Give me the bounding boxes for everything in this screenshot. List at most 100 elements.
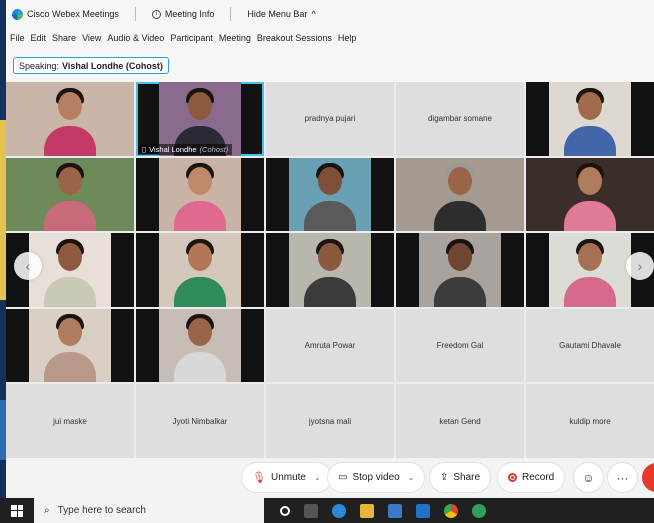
stop-video-button[interactable]: ▭ Stop video ⌄	[328, 463, 425, 492]
taskbar-search[interactable]: ⌕ Type here to search	[34, 498, 264, 523]
store-icon[interactable]	[388, 503, 402, 518]
participant-tile[interactable]: Amruta Powar	[266, 308, 394, 383]
participant-tile[interactable]	[136, 233, 264, 307]
menu-help[interactable]: Help	[338, 33, 357, 43]
participant-tile[interactable]	[396, 157, 524, 232]
participant-grid: ▯ Vishal Londhe (Cohost) pradnya pujari …	[6, 82, 654, 458]
chevron-right-icon: ›	[637, 258, 643, 274]
participant-name: Gautami Dhavale	[559, 341, 621, 351]
share-button[interactable]: ⇪ Share	[430, 463, 491, 492]
participant-tile[interactable]: jyotsna mali	[266, 384, 394, 458]
participant-name: Jyoti Nimbalkar	[172, 416, 228, 426]
app-title: Cisco Webex Meetings	[12, 8, 119, 20]
menu-edit[interactable]: Edit	[31, 33, 47, 43]
participant-tile[interactable]	[266, 233, 394, 307]
participant-tile[interactable]: Gautami Dhavale	[526, 308, 654, 383]
menu-participant[interactable]: Participant	[170, 33, 213, 43]
participant-tile[interactable]	[396, 233, 524, 307]
webex-window: Cisco Webex Meetings i Meeting Info Hide…	[6, 0, 654, 498]
menu-meeting[interactable]: Meeting	[219, 33, 251, 43]
participant-tile-active[interactable]: ▯ Vishal Londhe (Cohost)	[136, 82, 264, 156]
video-feed	[159, 233, 241, 307]
chrome-icon[interactable]	[444, 503, 458, 518]
participant-tile[interactable]	[136, 308, 264, 383]
menu-audio-video[interactable]: Audio & Video	[107, 33, 164, 43]
participant-tile[interactable]	[136, 157, 264, 232]
smiley-icon: ☺	[582, 470, 595, 485]
participant-role: (Cohost)	[199, 144, 229, 154]
participant-figure	[564, 82, 616, 156]
chevron-down-icon[interactable]: ⌄	[314, 473, 321, 482]
participant-tile[interactable]	[266, 157, 394, 232]
menu-breakout-sessions[interactable]: Breakout Sessions	[257, 33, 332, 43]
participant-figure	[564, 158, 616, 232]
participant-figure	[174, 233, 226, 307]
menu-view[interactable]: View	[82, 33, 101, 43]
app-name: Cisco Webex Meetings	[27, 9, 119, 19]
participant-tile[interactable]: kuldip more	[526, 384, 654, 458]
participant-figure	[564, 233, 616, 307]
start-button[interactable]	[0, 498, 34, 523]
participant-name-label: ▯ Vishal Londhe (Cohost)	[138, 143, 233, 155]
menu-bar: File Edit Share View Audio & Video Parti…	[6, 28, 654, 48]
participant-figure	[44, 309, 96, 383]
divider	[230, 7, 232, 21]
mic-muted-icon: 🎙	[252, 472, 266, 484]
chevron-down-icon[interactable]: ⌄	[408, 473, 415, 482]
edge-icon[interactable]	[332, 503, 346, 518]
file-explorer-icon[interactable]	[360, 503, 374, 518]
more-options-button[interactable]: ···	[608, 463, 637, 492]
participant-tile[interactable]: ketan Gend	[396, 384, 524, 458]
participant-tile[interactable]	[526, 157, 654, 232]
participant-name: jui maske	[53, 416, 87, 426]
participant-tile[interactable]: pradnya pujari	[266, 82, 394, 156]
divider	[134, 7, 136, 21]
video-feed	[526, 157, 654, 232]
participant-tile[interactable]: jui maske	[6, 384, 134, 458]
end-meeting-button[interactable]	[642, 463, 654, 492]
meeting-controls: 🎙 Unmute ⌄ ▭ Stop video ⌄ ⇪ Share Record…	[6, 458, 654, 498]
stop-video-label: Stop video	[352, 472, 400, 483]
reactions-button[interactable]: ☺	[574, 463, 603, 492]
participant-tile[interactable]	[526, 82, 654, 156]
previous-page-button[interactable]: ‹	[14, 252, 42, 280]
record-button[interactable]: Record	[498, 463, 565, 492]
participant-name: Vishal Londhe	[149, 144, 197, 154]
share-label: Share	[453, 472, 481, 483]
participant-tile[interactable]	[6, 308, 134, 383]
info-icon: i	[151, 9, 161, 19]
participant-name: Amruta Powar	[304, 341, 356, 351]
chevron-up-icon: ^	[311, 9, 316, 19]
participant-tile[interactable]	[6, 157, 134, 232]
participant-name: ketan Gend	[439, 416, 481, 426]
unmute-button[interactable]: 🎙 Unmute ⌄	[242, 463, 331, 492]
menu-file[interactable]: File	[10, 33, 25, 43]
participant-tile[interactable]	[6, 82, 134, 156]
participant-name: kuldip more	[569, 416, 611, 426]
chevron-left-icon: ‹	[25, 258, 31, 274]
speaking-indicator: Speaking: Vishal Londhe (Cohost)	[13, 57, 169, 74]
mail-icon[interactable]	[416, 503, 430, 518]
cortana-icon[interactable]	[280, 505, 290, 516]
hide-menu-bar-button[interactable]: Hide Menu Bar ^	[247, 9, 315, 19]
search-icon: ⌕	[44, 505, 50, 516]
participant-figure	[174, 158, 226, 232]
search-placeholder: Type here to search	[57, 505, 146, 516]
speaking-name: Vishal Londhe (Cohost)	[62, 60, 163, 71]
ellipsis-icon: ···	[616, 470, 629, 485]
hide-menu-bar-label: Hide Menu Bar	[247, 9, 308, 19]
meeting-info-button[interactable]: i Meeting Info	[151, 9, 214, 19]
participant-tile[interactable]: Jyoti Nimbalkar	[136, 384, 264, 458]
mobile-icon: ▯	[142, 144, 147, 154]
task-view-icon[interactable]	[304, 503, 318, 518]
video-feed	[289, 157, 371, 232]
video-feed	[29, 308, 111, 383]
participant-tile[interactable]: digambar somane	[396, 82, 524, 156]
record-icon	[508, 473, 517, 482]
next-page-button[interactable]: ›	[626, 252, 654, 280]
video-feed	[396, 157, 524, 232]
video-feed	[549, 233, 631, 307]
menu-share[interactable]: Share	[52, 33, 76, 43]
webex-taskbar-icon[interactable]	[472, 503, 486, 518]
participant-tile[interactable]: Freedom Gal	[396, 308, 524, 383]
